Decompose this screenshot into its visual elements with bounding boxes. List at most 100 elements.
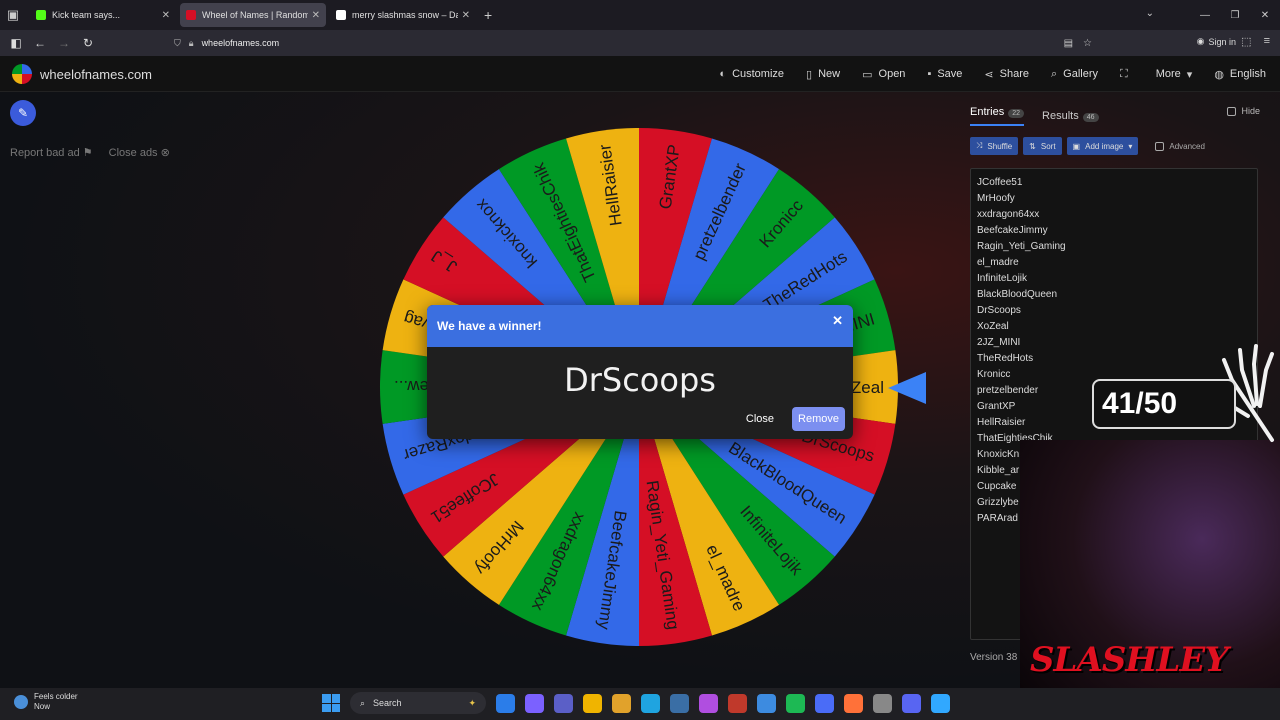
entry-line: MrHoofy bbox=[977, 193, 1015, 204]
close-button[interactable]: Close bbox=[740, 408, 780, 430]
list-all-tabs-icon[interactable]: ⌄ bbox=[1146, 8, 1154, 19]
menu-gallery-button[interactable]: ⌕ Gallery bbox=[1051, 68, 1098, 81]
reader-view-icon[interactable]: ▤ bbox=[1064, 38, 1073, 49]
start-button[interactable] bbox=[322, 694, 340, 712]
tab-close-icon[interactable]: ✕ bbox=[312, 10, 320, 21]
file-icon: ▯ bbox=[806, 68, 813, 81]
new-tab-icon[interactable]: + bbox=[484, 7, 492, 23]
entry-line: el_madre bbox=[977, 257, 1019, 268]
menu-label: English bbox=[1229, 68, 1266, 80]
lock-icon[interactable]: 🔒︎ bbox=[189, 38, 194, 49]
minimize-icon[interactable]: — bbox=[1190, 10, 1220, 21]
taskbar-app-icon[interactable] bbox=[525, 693, 544, 713]
entry-line: JCoffee51 bbox=[977, 177, 1023, 188]
sidebar-icon[interactable]: ◧ bbox=[4, 36, 28, 50]
shuffle-button[interactable]: ⤨ Shuffle bbox=[970, 137, 1019, 155]
weather-icon bbox=[14, 695, 28, 709]
winner-dialog: We have a winner! ✕ DrScoops Close Remov… bbox=[427, 305, 853, 439]
close-window-icon[interactable]: ✕ bbox=[1250, 10, 1280, 21]
taskbar-app-icon[interactable] bbox=[728, 693, 747, 713]
menu-open-button[interactable]: ▭ Open bbox=[862, 68, 905, 81]
menu-icon[interactable]: ≡ bbox=[1264, 35, 1270, 48]
taskbar-app-icon[interactable] bbox=[844, 693, 863, 713]
logo-text: wheelofnames.com bbox=[40, 66, 152, 82]
chevron-down-icon: ▾ bbox=[1128, 141, 1133, 151]
menu-more-button[interactable]: More ▾ bbox=[1156, 68, 1193, 81]
report-bad-ad-link[interactable]: Report bad ad ⚑ bbox=[10, 146, 93, 159]
taskbar-app-icon[interactable] bbox=[931, 693, 950, 713]
advanced-checkbox[interactable] bbox=[1155, 141, 1165, 151]
dialog-close-icon[interactable]: ✕ bbox=[832, 313, 843, 329]
menu-english-button[interactable]: ◍ English bbox=[1214, 68, 1266, 81]
forward-icon[interactable]: → bbox=[52, 36, 76, 50]
remove-button[interactable]: Remove bbox=[792, 407, 845, 431]
tab-entries[interactable]: Entries 22 bbox=[970, 106, 1025, 126]
back-icon[interactable]: ← bbox=[28, 36, 52, 50]
reload-icon[interactable]: ↻ bbox=[76, 36, 100, 50]
hide-checkbox[interactable] bbox=[1227, 106, 1237, 116]
url-bar[interactable]: ⛉ 🔒︎ wheelofnames.com ▤ ☆ bbox=[174, 33, 1102, 53]
taskbar-app-icon[interactable] bbox=[815, 693, 834, 713]
weather-widget[interactable]: Feels colder Now bbox=[14, 692, 78, 712]
folder-icon: ▭ bbox=[862, 68, 873, 81]
close-ads-link[interactable]: Close ads ⊗ bbox=[109, 146, 170, 159]
tab-results[interactable]: Results 46 bbox=[1042, 110, 1099, 122]
site-logo[interactable]: wheelofnames.com bbox=[12, 64, 152, 84]
tab-strip: ▣ Kick team says... ✕ Wheel of Names | Ran… bbox=[0, 0, 1280, 30]
taskbar-app-icon[interactable] bbox=[699, 693, 718, 713]
taskbar-app-icon[interactable] bbox=[757, 693, 776, 713]
palette-icon: ◐ bbox=[719, 68, 727, 80]
edit-pencil-button[interactable]: ✎ bbox=[10, 100, 36, 126]
hide-toggle[interactable]: Hide bbox=[1227, 106, 1260, 116]
entry-line: BlackBloodQueen bbox=[977, 289, 1058, 300]
menu-customize-button[interactable]: ◐ Customize bbox=[719, 68, 784, 80]
add-image-button[interactable]: ▣ Add image ▾ bbox=[1066, 137, 1139, 155]
tab-close-icon[interactable]: ✕ bbox=[162, 10, 170, 21]
dialog-title: We have a winner! bbox=[437, 319, 542, 333]
taskbar-app-icon[interactable] bbox=[786, 693, 805, 713]
site-header: wheelofnames.com ◐ Customize ▯ New ▭ Open ▪ Sav… bbox=[0, 56, 1280, 92]
menu-label: Customize bbox=[732, 68, 785, 80]
menu-new-button[interactable]: ▯ New bbox=[806, 68, 840, 81]
tab-close-icon[interactable]: ✕ bbox=[462, 10, 470, 21]
taskbar-search[interactable]: ⌕ Search ✦ bbox=[350, 692, 486, 714]
search-icon: ⌕ bbox=[360, 697, 366, 708]
sort-button[interactable]: ⇅ Sort bbox=[1023, 137, 1062, 155]
taskbar-app-icon[interactable] bbox=[641, 693, 660, 713]
sign-in-button[interactable]: ◉ Sign in bbox=[1197, 36, 1236, 47]
fullscreen-icon: ⛶ bbox=[1120, 67, 1128, 80]
advanced-toggle[interactable]: Advanced bbox=[1155, 141, 1205, 151]
tab-list-icon[interactable]: ▣ bbox=[0, 0, 26, 30]
url-text: wheelofnames.com bbox=[201, 38, 280, 48]
taskbar-app-icon[interactable] bbox=[670, 693, 689, 713]
restore-icon[interactable]: ❐ bbox=[1220, 10, 1250, 21]
image-icon: ▣ bbox=[1072, 141, 1081, 151]
taskbar-app-icon[interactable] bbox=[612, 693, 631, 713]
tab-favicon-icon bbox=[336, 10, 346, 20]
fullscreen-button[interactable]: ⛶ bbox=[1120, 68, 1134, 81]
account-icon: ◉ bbox=[1196, 36, 1205, 46]
browser-tab[interactable]: Kick team says... ✕ bbox=[30, 3, 176, 27]
chevron-down-icon: ▾ bbox=[1186, 68, 1193, 81]
bookmark-star-icon[interactable]: ☆ bbox=[1083, 38, 1092, 49]
top-menu: ◐ Customize ▯ New ▭ Open ▪ Save ⋖ Share ⌕ Gallery ⛶ M… bbox=[719, 56, 1266, 92]
weather-title: Feels colder bbox=[34, 692, 78, 701]
save-icon: ▪ bbox=[927, 68, 932, 80]
menu-save-button[interactable]: ▪ Save bbox=[927, 68, 962, 80]
taskbar-app-icon[interactable] bbox=[902, 693, 921, 713]
extensions-icon[interactable]: ⬚ bbox=[1241, 35, 1251, 48]
taskbar-app-icon[interactable] bbox=[583, 693, 602, 713]
browser-tab[interactable]: merry slashmas snow – Dashbo ✕ bbox=[330, 3, 476, 27]
tab-favicon-icon bbox=[36, 10, 46, 20]
taskbar-app-icon[interactable] bbox=[873, 693, 892, 713]
hide-label: Hide bbox=[1241, 106, 1260, 116]
search-label: Search bbox=[373, 698, 402, 708]
shield-icon[interactable]: ⛉ bbox=[174, 38, 181, 49]
tab-title: merry slashmas snow – Dashbo bbox=[352, 10, 458, 20]
menu-share-button[interactable]: ⋖ Share bbox=[984, 68, 1029, 81]
search-icon: ⌕ bbox=[1051, 67, 1058, 80]
taskbar-app-icon[interactable] bbox=[554, 693, 573, 713]
taskbar-app-icon[interactable] bbox=[496, 693, 515, 713]
results-count-badge: 46 bbox=[1082, 113, 1099, 122]
browser-tab[interactable]: Wheel of Names | Random nam ✕ bbox=[180, 3, 326, 27]
